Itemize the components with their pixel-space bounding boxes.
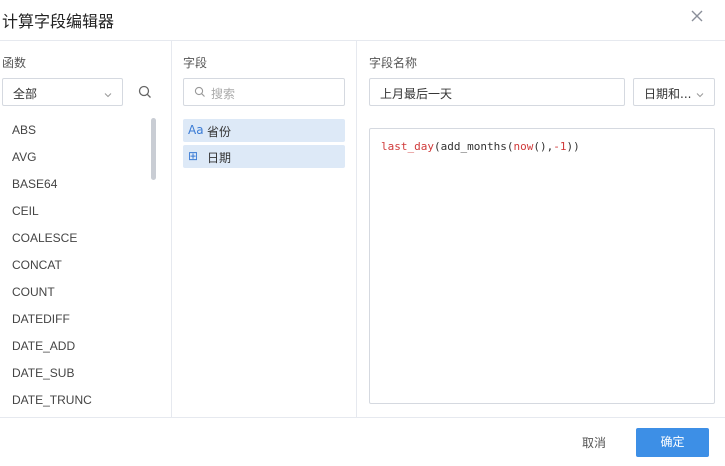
fields-label: 字段: [183, 56, 208, 70]
field-item-label: 省份: [207, 125, 232, 139]
field-type-value: 日期和...: [644, 87, 692, 101]
function-list-scrollbar[interactable]: [151, 118, 156, 180]
chevron-down-icon: [104, 88, 112, 98]
fields-panel: 字段 搜索 Aa 省份 ⊞ 日期: [172, 41, 357, 417]
formula-editor[interactable]: last_day(add_months(now(),-1)): [369, 128, 715, 404]
text-type-icon: Aa: [188, 123, 204, 137]
function-category-value: 全部: [13, 87, 38, 101]
formula-token: (add_months(: [433, 140, 514, 153]
function-list-item[interactable]: DATEDIFF: [12, 312, 70, 326]
function-list-item[interactable]: CEIL: [12, 204, 39, 218]
confirm-button[interactable]: 确定: [636, 428, 709, 457]
field-search-placeholder: 搜索: [211, 87, 236, 101]
function-list: ABS AVG BASE64 CEIL COALESCE CONCAT COUNT DATED…: [0, 119, 150, 407]
formula-token: now: [513, 140, 534, 153]
formula-token: last_day: [381, 140, 434, 153]
formula-token: (),: [533, 140, 554, 153]
dialog-header: 计算字段编辑器: [0, 0, 725, 41]
field-name-value: 上月最后一天: [380, 87, 453, 101]
functions-label: 函数: [2, 56, 27, 70]
field-type-select[interactable]: 日期和...: [633, 78, 715, 106]
function-list-item[interactable]: ABS: [12, 123, 36, 137]
function-list-item[interactable]: AVG: [12, 150, 36, 164]
field-item-province[interactable]: Aa 省份: [183, 119, 345, 142]
field-item-label: 日期: [207, 151, 232, 165]
search-icon: [194, 86, 206, 101]
cancel-button[interactable]: 取消: [568, 429, 620, 457]
field-item-date[interactable]: ⊞ 日期: [183, 145, 345, 168]
formula-token: )): [566, 140, 580, 153]
search-icon[interactable]: [137, 84, 153, 100]
formula-token: -1: [553, 140, 567, 153]
calculated-field-dialog: 计算字段编辑器 函数 全部 ABS AVG BASE64 CEIL COALESCE CO…: [0, 0, 725, 465]
dialog-title: 计算字段编辑器: [2, 12, 115, 31]
function-list-item[interactable]: COUNT: [12, 285, 55, 299]
function-list-item[interactable]: CONCAT: [12, 258, 62, 272]
function-category-select[interactable]: 全部: [2, 78, 123, 106]
function-list-item[interactable]: DATE_SUB: [12, 366, 74, 380]
chevron-down-icon: [696, 88, 704, 98]
function-list-item[interactable]: BASE64: [12, 177, 57, 191]
dialog-footer: 取消 确定: [0, 417, 725, 466]
field-name-label: 字段名称: [369, 56, 418, 70]
function-list-item[interactable]: COALESCE: [12, 231, 77, 245]
function-list-item[interactable]: DATE_TRUNC: [12, 393, 92, 407]
editor-panel: 字段名称 上月最后一天 日期和... last_day(add_months(n…: [357, 41, 725, 417]
calendar-type-icon: ⊞: [188, 149, 199, 163]
functions-panel: 函数 全部 ABS AVG BASE64 CEIL COALESCE CONCAT COUN…: [0, 41, 172, 417]
function-list-item[interactable]: DATE_ADD: [12, 339, 75, 353]
field-name-input[interactable]: 上月最后一天: [369, 78, 625, 106]
formula-code: last_day(add_months(now(),-1)): [381, 140, 580, 153]
field-search-input[interactable]: 搜索: [183, 78, 345, 106]
close-icon[interactable]: [689, 8, 705, 24]
